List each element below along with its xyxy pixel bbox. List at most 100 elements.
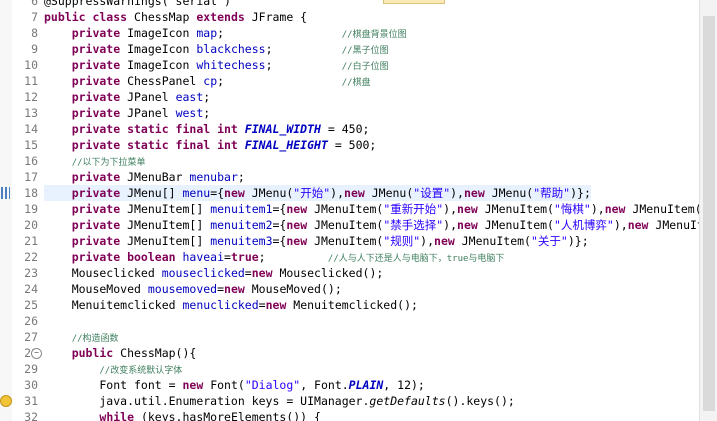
code-line[interactable]: java.util.Enumeration keys = UIManager.g… (44, 393, 514, 409)
code-line[interactable]: private static final int FINAL_HEIGHT = … (44, 137, 377, 153)
line-number: 15 (24, 138, 38, 152)
scrollbar-thumb[interactable] (703, 16, 715, 411)
code-token: JMenu( (491, 186, 534, 200)
code-line[interactable]: private JPanel east; (44, 89, 211, 105)
code-token: getDefaults (369, 394, 446, 408)
code-token: private static final int (44, 138, 245, 152)
code-line[interactable]: private ImageIcon map; //棋盘背景位图 (44, 25, 407, 41)
code-line[interactable]: private ChessPanel cp; //棋盘 (44, 73, 371, 89)
code-token: new (344, 186, 372, 200)
code-line[interactable]: public class ChessMap extends JFrame { (44, 9, 307, 25)
code-token: Font font = (44, 378, 183, 392)
code-line[interactable]: private JMenuItem[] menuitem1={new JMenu… (44, 201, 717, 217)
code-line[interactable]: @SuppressWarnings("serial") (44, 0, 231, 9)
line-number: 25 (24, 298, 38, 312)
code-token: //构造函数 (71, 334, 119, 344)
code-token: ; (237, 170, 245, 184)
code-line[interactable]: public ChessMap(){ (44, 345, 197, 361)
code-token: private (44, 26, 128, 40)
warning-icon[interactable] (0, 395, 12, 407)
code-token: true (230, 250, 259, 264)
code-token: "禁手选择" (383, 218, 444, 232)
code-token: = (217, 282, 225, 296)
code-token: menuitem2 (210, 218, 273, 232)
code-token: new (286, 202, 315, 216)
code-token: //黑子位图 (341, 46, 389, 56)
code-token: new (286, 234, 315, 248)
code-token: //人与人下还是人与电脑下，true与电脑下 (327, 254, 505, 264)
code-token: blackchess (196, 42, 266, 56)
code-token: ={ (272, 202, 287, 216)
code-token: menubar (189, 170, 238, 184)
code-token: "Dialog" (244, 378, 301, 392)
code-token: Menuitemclicked (44, 298, 183, 312)
code-token: ; (203, 106, 211, 120)
code-token: public (44, 346, 121, 360)
code-token: //白子位图 (341, 62, 389, 72)
line-number: 21 (24, 234, 38, 248)
editor-tab[interactable] (383, 0, 445, 4)
code-token: //棋盘 (341, 78, 371, 88)
code-token: "设置" (413, 186, 451, 200)
code-token: //棋盘背景位图 (341, 30, 407, 40)
code-token: "规则" (383, 234, 421, 248)
fold-toggle-icon[interactable]: − (31, 348, 42, 359)
line-number: 29 (24, 362, 38, 376)
code-token: ={ (210, 186, 225, 200)
code-token: mousemoved (147, 282, 218, 296)
code-token: "帮助" (533, 186, 571, 200)
code-token: ImageIcon (127, 26, 197, 40)
vertical-scrollbar[interactable] (699, 0, 717, 421)
code-token: new (251, 266, 280, 280)
code-line[interactable]: private JMenuItem[] menuitem3={new JMenu… (44, 233, 589, 249)
code-token: new (286, 218, 315, 232)
code-token: private static final int (44, 122, 245, 136)
code-token: "重新开始" (383, 202, 444, 216)
code-token: private (44, 202, 128, 216)
line-number: 27 (24, 330, 38, 344)
line-number: 22 (24, 250, 38, 264)
code-line[interactable]: private static final int FINAL_WIDTH = 4… (44, 121, 370, 137)
code-token: new (457, 202, 485, 216)
code-line[interactable]: //以下为下拉菜单 (44, 153, 146, 169)
code-line[interactable]: Font font = new Font("Dialog", Font.PLAI… (44, 377, 425, 393)
code-line[interactable]: private ImageIcon blackchess; //黑子位图 (44, 41, 389, 57)
code-line[interactable]: Menuitemclicked menuclicked=new Menuitem… (44, 297, 418, 313)
code-line[interactable]: private JMenu[] menu={new JMenu("开始"),ne… (44, 185, 591, 201)
code-token: JMenuItem( (461, 234, 531, 248)
code-line[interactable]: MouseMoved mousemoved=new MouseMoved(); (44, 281, 342, 297)
code-token: ImageIcon (127, 42, 197, 56)
code-token: , 12); (383, 378, 425, 392)
code-token: FINAL_WIDTH (244, 122, 321, 136)
code-line[interactable]: Mouseclicked mouseclicked=new Mouseclick… (44, 265, 384, 281)
code-token: ), (443, 218, 458, 232)
code-token: ), (443, 202, 458, 216)
code-token: JMenuItem( (314, 218, 384, 232)
line-number: 19 (24, 202, 38, 216)
code-token: = 500; (327, 138, 377, 152)
code-token: new (604, 202, 633, 216)
code-line[interactable]: while (keys.hasMoreElements()) { (44, 409, 321, 421)
code-token: ), (613, 218, 628, 232)
code-line[interactable]: private JMenuBar menubar; (44, 169, 245, 185)
code-token: new (224, 282, 252, 296)
code-token: Menuitemclicked(); (293, 298, 418, 312)
code-editor[interactable]: @SuppressWarnings("serial") public class … (0, 0, 717, 421)
code-token: Mouseclicked (44, 266, 162, 280)
code-token: MouseMoved(); (251, 282, 342, 296)
code-token: new (182, 378, 211, 392)
line-number: 31 (24, 394, 38, 408)
code-line[interactable]: //改变系统默认字体 (44, 361, 182, 377)
code-token: JMenuItem( (314, 234, 384, 248)
code-line[interactable]: private JMenuItem[] menuitem2={new JMenu… (44, 217, 717, 233)
code-token: //以下为下拉菜单 (71, 158, 146, 168)
code-line[interactable]: private boolean haveai=true; //人与人下还是人与电… (44, 249, 505, 265)
code-line[interactable]: //构造函数 (44, 329, 119, 345)
code-line[interactable]: private ImageIcon whitechess; //白子位图 (44, 57, 389, 73)
code-line[interactable]: private JPanel west; (44, 105, 211, 121)
code-token: JMenuBar (127, 170, 190, 184)
code-token: private boolean (44, 250, 183, 264)
code-token: "开始" (293, 186, 331, 200)
